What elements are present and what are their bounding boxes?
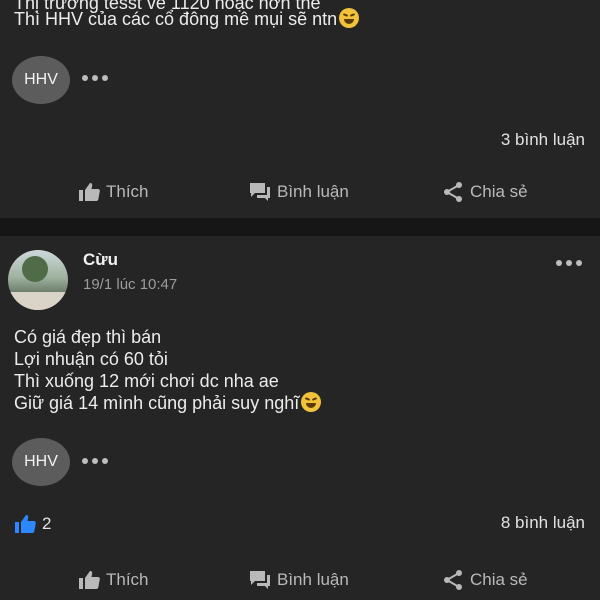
comment-button[interactable]: Bình luận [249, 176, 349, 208]
thumbs-up-icon [79, 183, 100, 201]
post-timestamp[interactable]: 19/1 lúc 10:47 [83, 276, 177, 293]
post-text-line: Thì HHV của các cổ đông mê mụi sẽ ntn [14, 8, 360, 30]
like-count[interactable]: 2 [14, 514, 51, 534]
post-text-line: Có giá đẹp thì bán [14, 327, 162, 347]
author-name[interactable]: Cừu [83, 250, 118, 270]
rofl-emoji-icon [339, 8, 360, 28]
post-card: Thị trường tesst về 1120 hoặc hơn thế Th… [0, 0, 600, 218]
share-button[interactable]: Chia sẻ [442, 176, 528, 208]
avatar[interactable]: HHV [12, 56, 70, 104]
comment-icon [250, 571, 270, 589]
comment-count[interactable]: 8 bình luận [501, 513, 585, 533]
thumbs-up-icon [79, 571, 100, 589]
like-label: Thích [106, 182, 149, 201]
like-button[interactable]: Thích [78, 176, 149, 208]
avatar[interactable]: HHV [12, 438, 70, 486]
post-text: Thì HHV của các cổ đông mê mụi sẽ ntn [14, 9, 338, 29]
rofl-emoji-icon [301, 392, 322, 412]
share-icon [444, 570, 462, 590]
like-label: Thích [106, 570, 149, 589]
share-button[interactable]: Chia sẻ [442, 564, 528, 596]
comment-count[interactable]: 3 bình luận [501, 130, 585, 150]
author-avatar[interactable] [8, 250, 68, 310]
comment-icon [250, 183, 270, 201]
action-bar: Thích Bình luận Chia sẻ [0, 176, 600, 208]
more-dots-icon[interactable] [556, 258, 582, 268]
post-text: Giữ giá 14 mình cũng phải suy nghĩ [14, 393, 300, 413]
share-label: Chia sẻ [470, 182, 528, 201]
more-dots-icon[interactable] [82, 456, 108, 466]
thumbs-up-icon [15, 515, 36, 533]
post-text-line: Thì xuống 12 mới chơi dc nha ae [14, 371, 279, 391]
share-label: Chia sẻ [470, 570, 528, 589]
post-card: Cừu 19/1 lúc 10:47 Có giá đẹp thì bán Lợ… [0, 236, 600, 600]
comment-button[interactable]: Bình luận [249, 564, 349, 596]
post-text-line: Lợi nhuận có 60 tỏi [14, 349, 168, 369]
comment-label: Bình luận [277, 570, 349, 589]
action-bar: Thích Bình luận Chia sẻ [0, 564, 600, 596]
post-text-line: Giữ giá 14 mình cũng phải suy nghĩ [14, 392, 322, 414]
like-button[interactable]: Thích [78, 564, 149, 596]
more-dots-icon[interactable] [82, 73, 108, 83]
like-count-value: 2 [42, 514, 52, 533]
share-icon [444, 182, 462, 202]
comment-label: Bình luận [277, 182, 349, 201]
